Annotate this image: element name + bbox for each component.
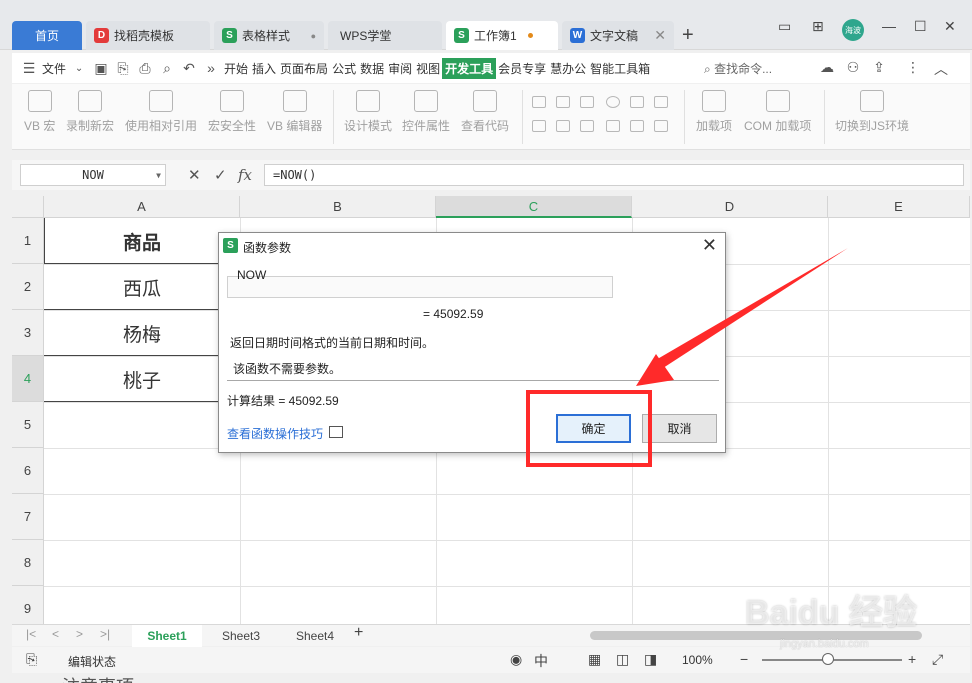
watermark-url: jingyan.baidu.com: [780, 638, 869, 650]
arrow-shaft: [654, 248, 848, 370]
watermark-logo: Baidu 经验: [745, 594, 917, 632]
annotation-arrow: [636, 248, 848, 386]
